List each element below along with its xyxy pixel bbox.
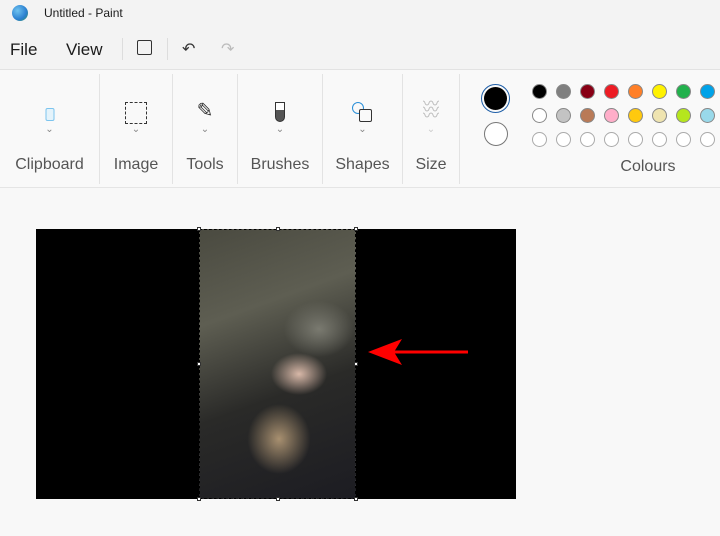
colour-swatch[interactable]	[700, 132, 715, 147]
resize-handle[interactable]	[354, 497, 358, 501]
colour-swatch[interactable]	[628, 132, 643, 147]
group-label: Tools	[186, 156, 224, 173]
colours-label: Colours	[620, 158, 676, 175]
tools-group[interactable]: ✎ ⌄ Tools	[173, 74, 238, 184]
colour-swatch[interactable]	[532, 84, 547, 99]
group-label: Size	[415, 156, 447, 173]
chevron-down-icon: ⌄	[275, 124, 285, 135]
resize-handle[interactable]	[197, 227, 201, 231]
divider	[167, 38, 168, 60]
secondary-colour[interactable]	[484, 122, 508, 146]
select-icon	[125, 102, 147, 124]
title-bar: Untitled - Paint	[0, 0, 720, 28]
colour-swatch[interactable]	[628, 84, 643, 99]
chevron-down-icon: ⌄	[45, 124, 54, 135]
colour-swatch[interactable]	[652, 84, 667, 99]
resize-handle[interactable]	[354, 227, 358, 231]
colour-swatch[interactable]	[532, 108, 547, 123]
colour-swatch[interactable]	[652, 108, 667, 123]
resize-handle[interactable]	[354, 362, 358, 366]
colour-swatch[interactable]	[676, 132, 691, 147]
shapes-icon	[351, 102, 374, 124]
colour-swatch[interactable]	[580, 132, 595, 147]
colour-swatch[interactable]	[628, 108, 643, 123]
resize-handle[interactable]	[276, 497, 280, 501]
colour-swatch[interactable]	[700, 108, 715, 123]
view-menu[interactable]: View	[66, 40, 103, 60]
group-label: Shapes	[335, 156, 390, 173]
primary-colour[interactable]	[481, 84, 510, 113]
resize-handle[interactable]	[197, 362, 201, 366]
resize-handle[interactable]	[276, 227, 280, 231]
colour-swatch[interactable]	[700, 84, 715, 99]
colour-swatch[interactable]	[556, 132, 571, 147]
colour-swatch[interactable]	[676, 108, 691, 123]
clipboard-icon	[45, 108, 54, 121]
colour-swatch[interactable]	[604, 84, 619, 99]
colour-swatch[interactable]	[556, 108, 571, 123]
window-title: Untitled - Paint	[44, 6, 123, 20]
colour-swatch[interactable]	[604, 132, 619, 147]
undo-icon[interactable]: ↶	[182, 39, 195, 59]
group-label: Image	[113, 156, 159, 173]
divider	[122, 38, 123, 60]
colour-swatch[interactable]	[580, 108, 595, 123]
selection-box[interactable]	[199, 229, 356, 499]
chevron-down-icon: ⌄	[131, 124, 141, 135]
group-label: Brushes	[250, 156, 310, 173]
clipboard-group[interactable]: ⌄ Clipboard	[0, 74, 100, 184]
colour-swatch[interactable]	[652, 132, 667, 147]
chevron-down-icon: ⌄	[200, 124, 210, 135]
image-group[interactable]: ⌄ Image	[100, 74, 173, 184]
brush-icon	[275, 102, 285, 122]
brushes-group[interactable]: ⌄ Brushes	[238, 74, 323, 184]
chevron-down-icon: ⌄	[426, 124, 436, 135]
tools-icon: ✎	[196, 100, 214, 122]
colour-swatch[interactable]	[532, 132, 547, 147]
paint-icon	[12, 5, 28, 21]
redo-icon[interactable]: ↷	[221, 39, 234, 59]
group-label: Clipboard	[15, 156, 84, 173]
colour-swatch[interactable]	[556, 84, 571, 99]
menu-bar: File View ↶ ↷	[0, 28, 720, 70]
colour-swatch[interactable]	[604, 108, 619, 123]
size-icon: 〰〰〰	[422, 96, 439, 125]
shapes-group[interactable]: ⌄ Shapes	[323, 74, 403, 184]
colour-swatch[interactable]	[676, 84, 691, 99]
file-menu[interactable]: File	[10, 40, 37, 60]
size-group[interactable]: 〰〰〰 ⌄ Size	[403, 74, 460, 184]
ribbon: ⌄ Clipboard ⌄ Image ✎ ⌄ Tools ⌄ Brushes …	[0, 70, 720, 188]
resize-handle[interactable]	[197, 497, 201, 501]
colour-swatch[interactable]	[580, 84, 595, 99]
red-arrow-annotation	[368, 339, 468, 365]
save-icon[interactable]	[137, 40, 152, 55]
chevron-down-icon: ⌄	[358, 124, 367, 135]
